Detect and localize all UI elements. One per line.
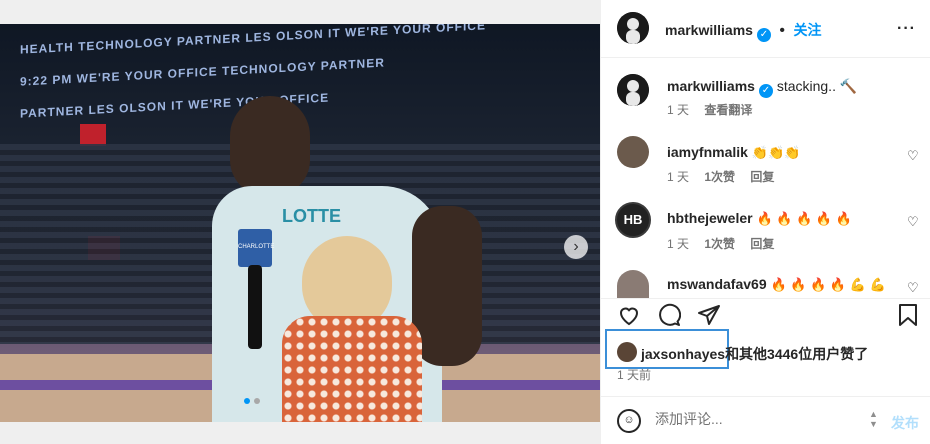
hb-logo-icon: HB [623, 212, 643, 227]
author-line: markwilliams ✓ • 关注 [665, 20, 821, 42]
caption-time: 1 天 [667, 103, 690, 117]
player-head [230, 96, 310, 196]
liked-by-line: jaxsonhayes和其他3446位用户赞了 [641, 344, 868, 364]
reply-button[interactable]: 回复 [750, 237, 774, 251]
caption-text: stacking.. 🔨 [776, 78, 858, 94]
comment-text: 🔥 🔥 🔥 🔥 🔥 [756, 211, 852, 226]
verified-badge-icon: ✓ [758, 84, 773, 98]
mic-stick [248, 265, 262, 349]
comment-likes[interactable]: 1次赞 [704, 170, 735, 184]
post-media-photo[interactable]: HEALTH TECHNOLOGY PARTNER LES OLSON IT W… [0, 24, 600, 422]
red-sign [80, 124, 106, 146]
comment-avatar[interactable]: HB [615, 202, 651, 238]
mic-flag: CHARLOTTE [238, 229, 275, 267]
see-translation-link[interactable]: 查看翻译 [704, 103, 752, 117]
separator-dot: • [779, 22, 785, 39]
microphone: CHARLOTTE [238, 229, 275, 349]
jersey-lettering: LOTTE [282, 206, 341, 226]
comment-time: 1 天 [667, 170, 690, 184]
caption-line: markwilliams ✓ stacking.. 🔨 [667, 78, 857, 98]
liker-username[interactable]: jaxsonhayes [641, 346, 725, 362]
comment-bar: ☺ ▲▼ 发布 [601, 396, 930, 444]
post-time: 1 天前 [617, 368, 652, 382]
next-slide-chevron-icon[interactable]: › [564, 235, 588, 259]
comment-avatar[interactable] [617, 270, 649, 298]
post-side-panel: markwilliams ✓ • 关注 ··· markwilliams ✓ sta… [600, 0, 930, 444]
comment-username[interactable]: iamyfnmalik [667, 144, 748, 160]
comment-like-heart-icon[interactable]: ♡ [907, 214, 919, 230]
silhouette-icon [617, 12, 649, 44]
bookmark-icon[interactable] [897, 303, 919, 334]
comment-input[interactable] [655, 411, 855, 427]
comment-like-heart-icon[interactable]: ♡ [907, 148, 919, 164]
scroll-arrows-icon[interactable]: ▲ ▼ [869, 409, 878, 429]
comment-text: 🔥 🔥 🔥 🔥 💪 💪 [770, 277, 886, 292]
post-header: markwilliams ✓ • 关注 ··· [601, 0, 930, 58]
reply-button[interactable]: 回复 [750, 170, 774, 184]
post-comment-button[interactable]: 发布 [891, 413, 919, 433]
comment-text: 👏👏👏 [751, 145, 801, 160]
carousel-dots [244, 398, 260, 404]
carousel-dot-active [244, 398, 250, 404]
comment-line: hbthejeweler 🔥 🔥 🔥 🔥 🔥 [667, 210, 852, 227]
author-avatar[interactable] [617, 12, 649, 44]
liked-by-others[interactable]: 和其他3446位用户赞了 [725, 346, 868, 362]
reporter-figure [262, 236, 432, 422]
comment-likes[interactable]: 1次赞 [704, 237, 735, 251]
caption-meta: 1 天 查看翻译 [667, 101, 764, 118]
caption-avatar[interactable] [617, 74, 649, 106]
liker-avatar[interactable] [617, 342, 637, 362]
comment-time: 1 天 [667, 237, 690, 251]
comment-line: mswandafav69 🔥 🔥 🔥 🔥 💪 💪 [667, 276, 886, 293]
comment-avatar[interactable] [617, 136, 649, 168]
carousel-dot [254, 398, 260, 404]
verified-badge-icon: ✓ [756, 28, 771, 42]
reporter-dress [282, 316, 422, 422]
mic-flag-text: CHARLOTTE [238, 244, 275, 250]
silhouette-icon [617, 74, 649, 106]
more-options-icon[interactable]: ··· [897, 20, 916, 38]
comment-meta: 1 天 1次赞 回复 [667, 235, 786, 252]
follow-button[interactable]: 关注 [793, 22, 821, 38]
author-username[interactable]: markwilliams [665, 22, 753, 38]
comment-username[interactable]: hbthejeweler [667, 210, 753, 226]
caption-username[interactable]: markwilliams [667, 78, 755, 94]
comment-like-heart-icon[interactable]: ♡ [907, 280, 919, 296]
emoji-icon[interactable]: ☺ [617, 409, 641, 433]
comment-meta: 1 天 1次赞 回复 [667, 168, 786, 185]
comment-username[interactable]: mswandafav69 [667, 276, 767, 292]
comment-line: iamyfnmalik 👏👏👏 [667, 144, 800, 161]
